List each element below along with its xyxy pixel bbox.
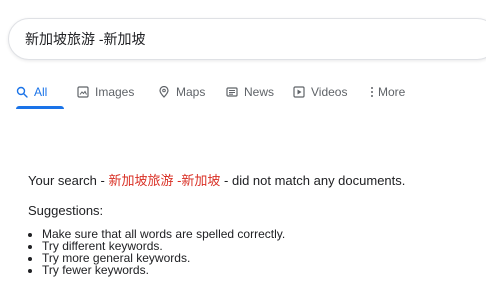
search-input[interactable] [25,19,465,59]
more-vert-icon [370,86,374,98]
tab-videos[interactable]: Videos [293,82,347,102]
suggestion-item: Try fewer keywords. [42,264,478,276]
tab-label: Videos [311,85,348,99]
tab-maps[interactable]: Maps [158,82,205,102]
search-box[interactable] [8,18,486,60]
no-match-prefix: Your search - [28,173,109,188]
news-icon [226,86,238,98]
tab-label: All [34,85,48,99]
tab-label: Maps [176,85,206,99]
no-match-message: Your search - 新加坡旅游 -新加坡 - did not match… [28,170,478,189]
tab-news[interactable]: News [226,82,274,102]
tab-label: Images [95,85,135,99]
image-icon [77,86,89,98]
no-match-suffix: - did not match any documents. [220,173,406,188]
tab-more[interactable]: More [370,82,405,102]
tab-label: News [244,85,275,99]
map-pin-icon [158,85,170,98]
results-area: Your search - 新加坡旅游 -新加坡 - did not match… [28,170,478,276]
search-icon [16,86,28,98]
tab-label: More [378,85,406,99]
play-icon [293,86,305,98]
no-match-query: 新加坡旅游 -新加坡 [108,173,221,188]
active-tab-indicator [16,106,64,109]
suggestions-title: Suggestions: [28,203,104,218]
tab-images[interactable]: Images [77,82,134,102]
search-tabs: All Images Maps News Videos More [0,74,486,112]
tab-all[interactable]: All [16,82,47,102]
suggestions-list: Make sure that all words are spelled cor… [28,228,478,276]
